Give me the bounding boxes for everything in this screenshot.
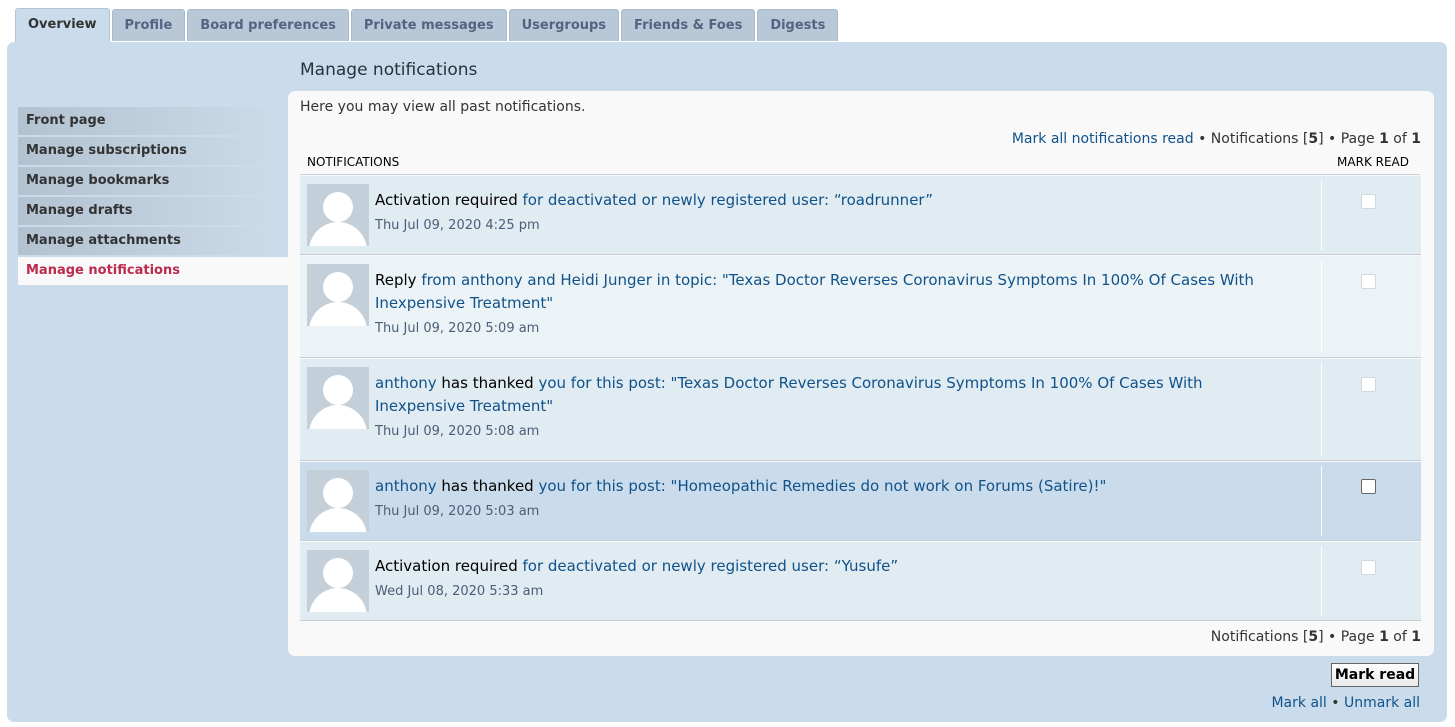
sidebar-item-manage-drafts[interactable]: Manage drafts (18, 197, 288, 225)
notification-text[interactable]: Activation required for deactivated or n… (375, 555, 1295, 578)
notification-type: Activation required (375, 191, 518, 209)
notification-type: has thanked (441, 477, 534, 495)
notification-time: Thu Jul 09, 2020 5:03 am (375, 504, 540, 519)
separator-bullet: • (1328, 629, 1337, 645)
tab-friends-foes[interactable]: Friends & Foes (621, 9, 756, 41)
mark-read-checkbox[interactable] (1361, 194, 1376, 209)
notification-time: Thu Jul 09, 2020 5:09 am (375, 321, 540, 336)
current-page: 1 (1379, 629, 1389, 645)
of-label: of (1393, 629, 1407, 645)
current-page: 1 (1379, 131, 1389, 147)
unmark-all-link[interactable]: Unmark all (1344, 695, 1420, 711)
list-item: anthony has thanked you for this post: "… (300, 359, 1421, 461)
mark-read-checkbox[interactable] (1361, 274, 1376, 289)
avatar (307, 184, 369, 246)
tab-profile[interactable]: Profile (111, 9, 186, 41)
total-pages: 1 (1411, 131, 1421, 147)
of-label: of (1393, 131, 1407, 147)
separator-bullet: • (1331, 695, 1340, 711)
list-item: Activation required for deactivated or n… (300, 542, 1421, 621)
list-header: NOTIFICATIONS MARK READ (300, 154, 1420, 175)
sidebar-item-manage-notifications[interactable]: Manage notifications (18, 257, 288, 285)
pagination-bottom: Notifications [5] • Page 1 of 1 (1210, 629, 1421, 645)
avatar (307, 264, 369, 326)
mark-read-checkbox[interactable] (1361, 377, 1376, 392)
page-label: Page (1340, 131, 1375, 147)
avatar (307, 367, 369, 429)
notification-detail: you for this post: "Homeopathic Remedies… (533, 477, 1107, 495)
notification-text[interactable]: anthony has thanked you for this post: "… (375, 475, 1295, 498)
notification-detail: for deactivated or newly registered user… (517, 557, 899, 575)
total-pages: 1 (1411, 629, 1421, 645)
list-item: Reply from anthony and Heidi Junger in t… (300, 256, 1421, 358)
tab-digests[interactable]: Digests (757, 9, 839, 41)
intro-text: Here you may view all past notifications… (300, 99, 586, 115)
mark-all-link[interactable]: Mark all (1271, 695, 1326, 711)
mark-read-column-header: MARK READ (1337, 155, 1409, 169)
notification-time: Thu Jul 09, 2020 5:08 am (375, 424, 540, 439)
separator-bullet: • (1328, 131, 1337, 147)
notification-count: 5 (1308, 131, 1319, 147)
page-label: Page (1340, 629, 1375, 645)
tab-private-messages[interactable]: Private messages (350, 9, 507, 41)
mark-controls: Mark all • Unmark all (1271, 695, 1420, 711)
sidebar-menu: Front page Manage subscriptions Manage b… (18, 107, 288, 287)
sidebar-item-manage-bookmarks[interactable]: Manage bookmarks (18, 167, 288, 195)
avatar (307, 470, 369, 532)
notification-time: Wed Jul 08, 2020 5:33 am (375, 584, 544, 599)
tab-bar: Overview Profile Board preferences Priva… (15, 8, 839, 42)
notification-detail: for deactivated or newly registered user… (517, 191, 933, 209)
list-item: anthony has thanked you for this post: "… (300, 462, 1421, 541)
notification-type: has thanked (441, 374, 534, 392)
mark-read-checkbox[interactable] (1361, 560, 1376, 575)
notification-detail: from anthony and Heidi Junger in topic: … (375, 271, 1254, 312)
notification-user: anthony (375, 374, 442, 392)
page-title: Manage notifications (300, 60, 478, 80)
sidebar-item-manage-subscriptions[interactable]: Manage subscriptions (18, 137, 288, 165)
list-item: Activation required for deactivated or n… (300, 176, 1421, 255)
avatar (307, 550, 369, 612)
sidebar-item-front-page[interactable]: Front page (18, 107, 288, 135)
tab-board-preferences[interactable]: Board preferences (187, 9, 349, 41)
notification-type: Activation required (375, 557, 518, 575)
pagination-top: Mark all notifications read • Notificati… (1011, 131, 1421, 147)
notifications-column-header: NOTIFICATIONS (307, 155, 400, 169)
mark-read-button[interactable]: Mark read (1331, 663, 1419, 687)
notifications-label: Notifications (1210, 131, 1299, 147)
mark-read-checkbox[interactable] (1361, 479, 1376, 494)
sidebar-item-manage-attachments[interactable]: Manage attachments (18, 227, 288, 255)
notification-time: Thu Jul 09, 2020 4:25 pm (375, 218, 540, 233)
notification-text[interactable]: anthony has thanked you for this post: "… (375, 372, 1295, 418)
notifications-label: Notifications (1210, 629, 1299, 645)
notification-count: 5 (1308, 629, 1319, 645)
mark-all-read-link[interactable]: Mark all notifications read (1012, 131, 1194, 147)
tab-overview[interactable]: Overview (15, 8, 110, 42)
notification-type: Reply (375, 271, 417, 289)
separator-bullet: • (1198, 131, 1207, 147)
tab-usergroups[interactable]: Usergroups (508, 9, 620, 41)
notification-user: anthony (375, 477, 442, 495)
notification-text[interactable]: Reply from anthony and Heidi Junger in t… (375, 269, 1295, 315)
notification-text[interactable]: Activation required for deactivated or n… (375, 189, 1295, 212)
